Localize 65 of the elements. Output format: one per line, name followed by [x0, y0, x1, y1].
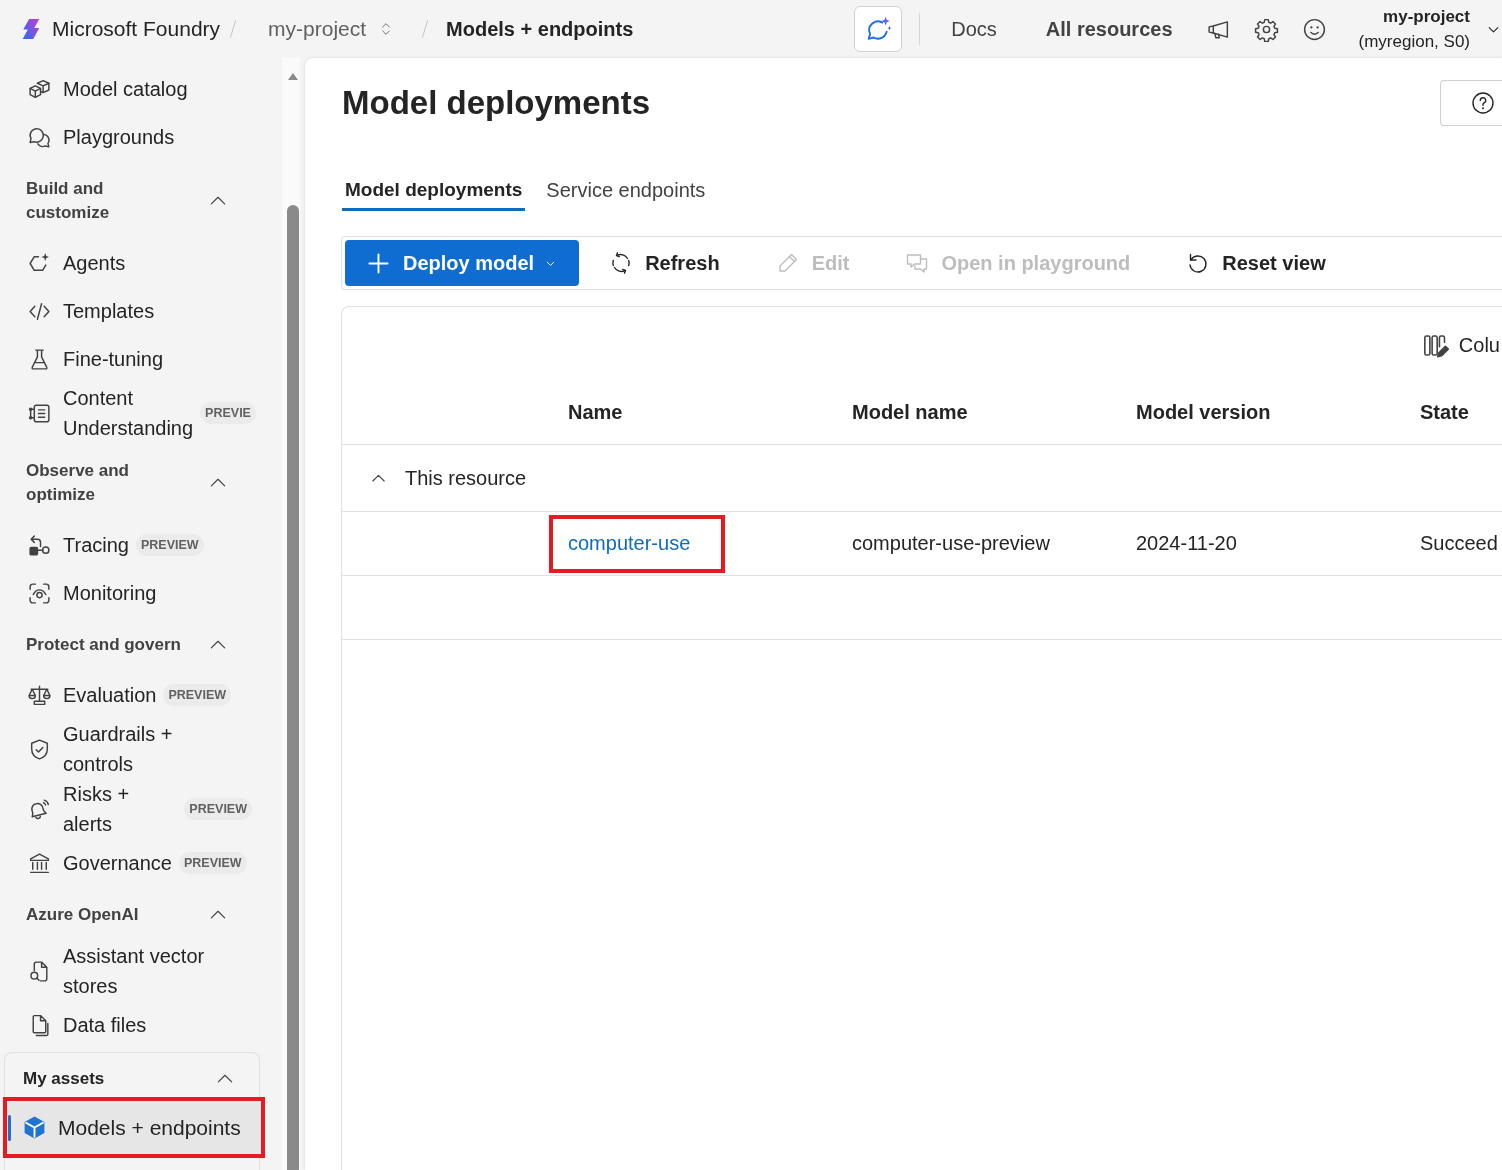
column-header[interactable]: Model name: [852, 401, 968, 424]
section-header[interactable]: My assets: [5, 1053, 259, 1095]
table-cell: 2024-11-20: [1136, 532, 1237, 555]
deploy-button[interactable]: Deploy model: [345, 240, 580, 286]
table-cell: Succeed: [1420, 532, 1498, 555]
column-header[interactable]: Name: [568, 401, 623, 424]
preview-badge: PREVIEW: [135, 534, 204, 556]
sidebar-item[interactable]: Guardrails + controls: [0, 719, 282, 779]
sidebar-item[interactable]: Playgrounds: [0, 113, 282, 161]
tab[interactable]: Service endpoints: [543, 169, 709, 211]
sidebar-item[interactable]: Data files: [0, 1001, 282, 1049]
group-label: This resource: [405, 466, 527, 490]
slash-icon: [420, 18, 431, 40]
docs-link[interactable]: Docs: [951, 17, 997, 41]
columns-button[interactable]: Colu: [1421, 321, 1500, 369]
scroll-up-arrow-icon[interactable]: [287, 71, 299, 81]
preview-badge: PREVIE: [200, 402, 256, 424]
selection-indicator: [8, 1114, 11, 1141]
sidebar-item[interactable]: Agents: [0, 239, 282, 287]
help-button[interactable]: [1440, 80, 1502, 126]
scrollbar-thumb[interactable]: [287, 205, 299, 1170]
page-title: Model deployments: [342, 83, 651, 123]
deployment-link[interactable]: computer-use: [568, 531, 691, 554]
sidebar-item[interactable]: Tracing PREVIEW: [0, 521, 282, 569]
scales-icon: [27, 682, 52, 708]
preview-badge: PREVIEW: [184, 798, 252, 820]
sidebar-item[interactable]: Content Understanding PREVIE: [0, 383, 282, 443]
building-columns-icon: [27, 850, 52, 876]
logo-icon[interactable]: [20, 17, 42, 41]
sidebar-item[interactable]: Models + endpoints: [7, 1101, 261, 1154]
sidebar-item[interactable]: Governance PREVIEW: [0, 839, 282, 887]
plus-icon: [367, 251, 390, 275]
account-button[interactable]: my-project (myregion, S0): [1358, 4, 1500, 54]
sidebar-item[interactable]: Fine-tuning: [0, 335, 282, 383]
breadcrumb-current: Models + endpoints: [446, 17, 634, 41]
toolbar-button[interactable]: Refresh: [583, 240, 746, 286]
sidebar-item[interactable]: Templates: [0, 287, 282, 335]
sidebar-item[interactable]: Evaluation PREVIEW: [0, 671, 282, 719]
preview-badge: PREVIEW: [163, 684, 232, 706]
cube-icon: [22, 1115, 47, 1140]
resources-button[interactable]: All resources: [1045, 17, 1173, 41]
table-cell: computer-use-preview: [852, 532, 1050, 555]
column-header[interactable]: State: [1420, 401, 1469, 424]
app-name: Microsoft Foundry: [52, 17, 221, 41]
sidebar-item[interactable]: Model catalog: [0, 65, 282, 113]
copilot-button[interactable]: [854, 6, 903, 52]
sidebar-item[interactable]: Monitoring: [0, 569, 282, 617]
settings-icon[interactable]: [1253, 16, 1279, 42]
sidebar-item[interactable]: Assistant vector stores: [0, 941, 282, 1001]
toolbar-button[interactable]: Reset view: [1160, 240, 1352, 286]
section-header[interactable]: Protect and govern: [0, 617, 282, 671]
chat-window-icon: [905, 251, 930, 275]
project-switcher[interactable]: my-project: [268, 17, 395, 41]
eye-frame-icon: [27, 580, 52, 606]
column-header[interactable]: Model version: [1136, 401, 1271, 424]
help-icon: [1471, 91, 1495, 115]
trace-flow-icon: [27, 532, 52, 558]
smiley-icon[interactable]: [1301, 16, 1327, 42]
section-header[interactable]: Azure OpenAI: [0, 887, 282, 941]
section-header[interactable]: Observe and optimize: [0, 443, 282, 521]
section-header[interactable]: Build and customize: [0, 161, 282, 239]
sidebar-item[interactable]: Risks + alerts PREVIEW: [0, 779, 282, 839]
slash-icon: [228, 18, 239, 40]
tab[interactable]: Model deployments: [342, 169, 526, 211]
preview-badge: PREVIEW: [178, 852, 247, 874]
